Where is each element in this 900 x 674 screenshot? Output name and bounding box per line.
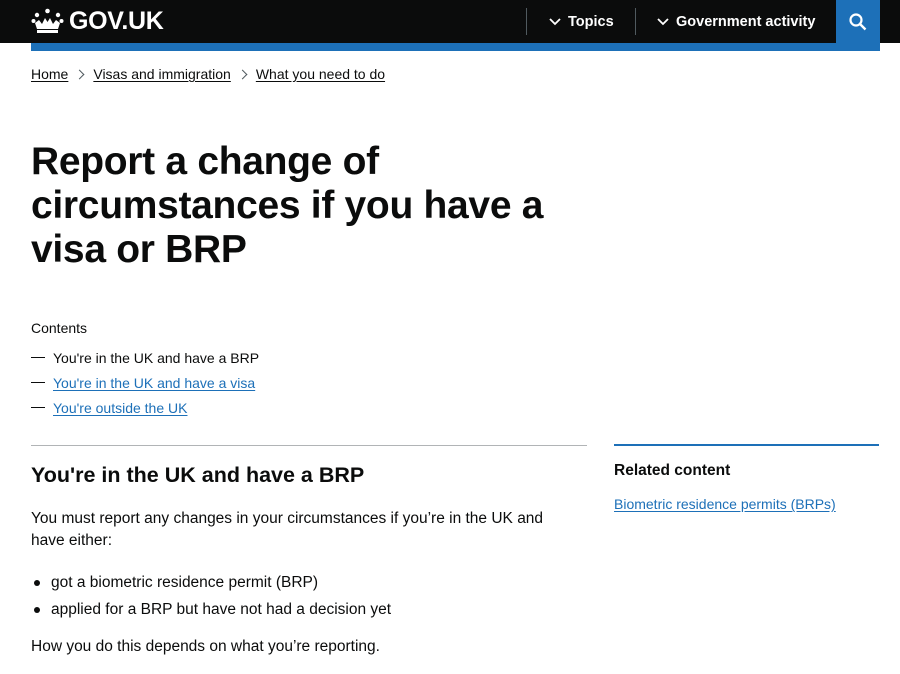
- list-item: got a biometric residence permit (BRP): [31, 569, 391, 596]
- contents-item: You're in the UK and have a BRP: [31, 345, 259, 370]
- contents-list: You're in the UK and have a BRP You're i…: [31, 345, 259, 420]
- list-item: applied for a BRP but have not had a dec…: [31, 596, 391, 623]
- header-blue-bar: [31, 43, 880, 51]
- government-activity-label: Government activity: [676, 13, 816, 30]
- related-content-heading: Related content: [614, 462, 731, 479]
- section-divider: [31, 445, 587, 446]
- govuk-logo-link[interactable]: GOV.UK: [31, 7, 164, 35]
- logo-text: GOV.UK: [69, 6, 164, 35]
- breadcrumb-what-you-need-to-do[interactable]: What you need to do: [256, 66, 385, 82]
- contents-link-uk-visa[interactable]: You're in the UK and have a visa: [53, 375, 255, 391]
- section-heading: You're in the UK and have a BRP: [31, 463, 365, 487]
- nav-divider: [635, 8, 636, 35]
- contents-item-current: You're in the UK and have a BRP: [53, 349, 260, 366]
- contents-item: You're outside the UK: [31, 395, 259, 420]
- breadcrumb: Home Visas and immigration What you need…: [31, 66, 385, 82]
- related-link-brp[interactable]: Biometric residence permits (BRPs): [614, 496, 836, 512]
- bullet-list: got a biometric residence permit (BRP) a…: [31, 569, 391, 623]
- chevron-down-icon: [657, 17, 669, 25]
- contents-item: You're in the UK and have a visa: [31, 370, 259, 395]
- search-button[interactable]: [836, 0, 880, 43]
- site-header: GOV.UK Topics Government activity: [0, 0, 900, 43]
- crown-icon: [31, 8, 64, 33]
- breadcrumb-home[interactable]: Home: [31, 66, 68, 82]
- nav-divider: [526, 8, 527, 35]
- related-divider: [614, 444, 879, 446]
- bullet-icon: [34, 579, 40, 586]
- page-title: Report a change of circumstances if you …: [31, 140, 544, 271]
- breadcrumb-visas-and-immigration[interactable]: Visas and immigration: [93, 66, 230, 82]
- bullet-icon: [34, 606, 40, 613]
- chevron-down-icon: [549, 17, 561, 25]
- section-outro: How you do this depends on what you’re r…: [31, 638, 380, 655]
- breadcrumb-chevron-icon: [237, 69, 248, 79]
- search-icon: [849, 12, 867, 30]
- breadcrumb-chevron-icon: [74, 69, 85, 79]
- topics-label: Topics: [568, 13, 614, 30]
- contents-link-outside-uk[interactable]: You're outside the UK: [53, 400, 187, 416]
- list-item-text: got a biometric residence permit (BRP): [51, 573, 319, 591]
- section-intro: You must report any changes in your circ…: [31, 510, 544, 549]
- government-activity-menu-button[interactable]: Government activity: [657, 0, 815, 43]
- dash-icon: [31, 382, 45, 383]
- dash-icon: [31, 407, 45, 408]
- contents-label: Contents: [31, 320, 88, 336]
- list-item-text: applied for a BRP but have not had a dec…: [51, 600, 392, 618]
- dash-icon: [31, 357, 45, 358]
- topics-menu-button[interactable]: Topics: [549, 0, 614, 43]
